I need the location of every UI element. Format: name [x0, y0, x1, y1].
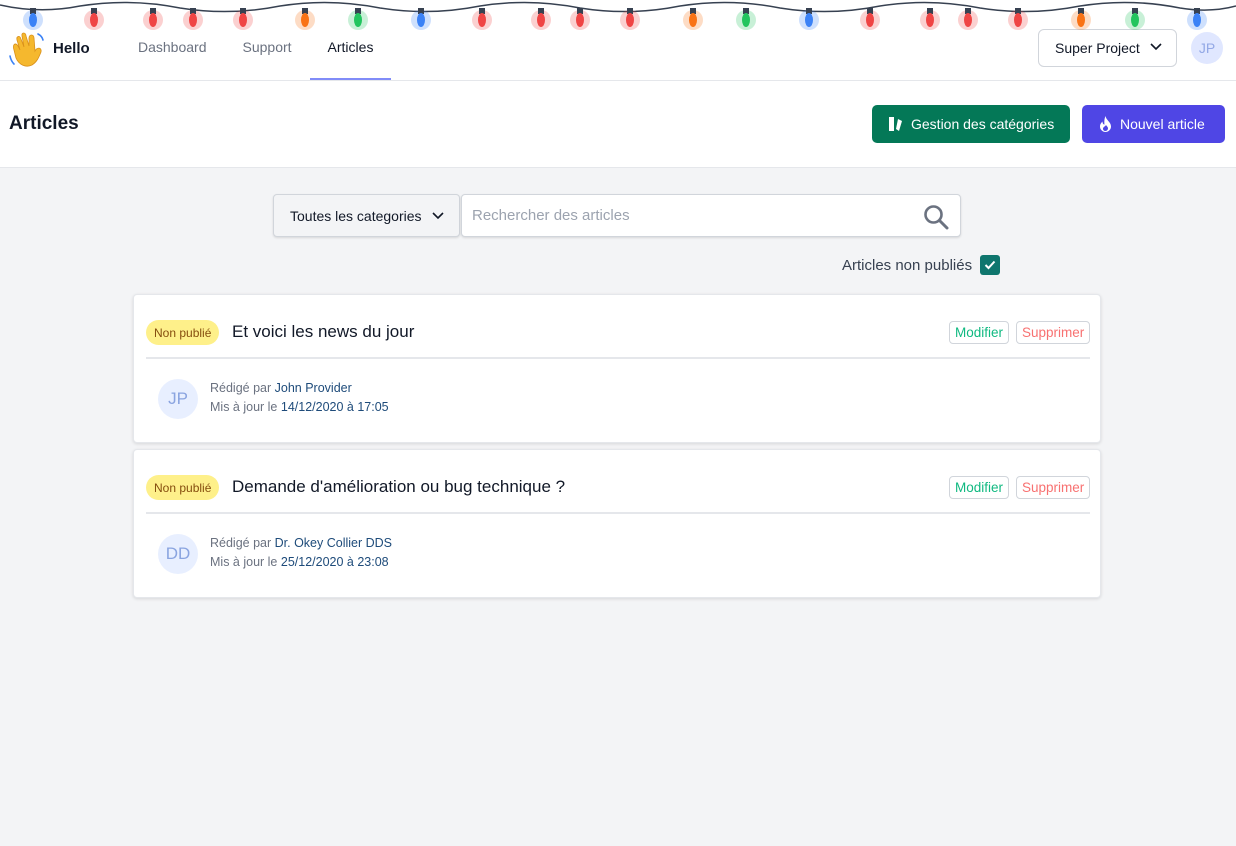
new-article-button[interactable]: Nouvel article — [1082, 105, 1225, 143]
nav-support[interactable]: Support — [225, 0, 310, 80]
search-icon[interactable] — [923, 204, 949, 230]
categories-icon — [889, 117, 902, 131]
author-name: John Provider — [274, 381, 352, 395]
updated-label: Mis à jour le — [210, 555, 278, 569]
article-card: Non publié Et voici les news du jour Mod… — [133, 294, 1101, 443]
article-card-header: Non publié Et voici les news du jour Mod… — [146, 295, 1091, 359]
nav-articles[interactable]: Articles — [309, 0, 392, 80]
category-filter-select[interactable]: Toutes les categories — [273, 194, 460, 237]
updated-at: Mis à jour le 25/12/2020 à 23:08 — [210, 555, 389, 569]
author-name: Dr. Okey Collier DDS — [274, 536, 393, 550]
unpublished-checkbox[interactable] — [980, 255, 1001, 275]
waving-hand-icon — [9, 32, 44, 67]
edit-button[interactable]: Modifier — [949, 321, 1010, 344]
unpublished-label: Articles non publiés — [842, 256, 973, 274]
brand[interactable]: Hello — [8, 28, 90, 68]
written-by-label: Rédigé par — [210, 536, 272, 550]
avatar: DD — [158, 534, 198, 574]
written-by: Rédigé par John Provider — [210, 381, 352, 395]
top-navbar: Hello Dashboard Support Articles Super P… — [0, 0, 1236, 81]
status-badge: Non publié — [146, 320, 220, 345]
search-box — [461, 194, 961, 237]
written-by-label: Rédigé par — [210, 381, 272, 395]
updated-date: 25/12/2020 à 23:08 — [280, 555, 389, 569]
chevron-down-icon — [1150, 43, 1162, 51]
unpublished-filter: Articles non publiés — [842, 255, 1001, 275]
updated-date: 14/12/2020 à 17:05 — [280, 400, 389, 414]
written-by: Rédigé par Dr. Okey Collier DDS — [210, 536, 392, 550]
search-input[interactable] — [462, 195, 917, 236]
status-badge: Non publié — [146, 475, 220, 500]
article-title[interactable]: Demande d'amélioration ou bug technique … — [232, 477, 565, 497]
edit-button[interactable]: Modifier — [949, 476, 1010, 499]
project-selector[interactable]: Super Project — [1038, 29, 1177, 67]
manage-categories-label: Gestion des catégories — [911, 116, 1055, 132]
project-name: Super Project — [1055, 40, 1140, 56]
updated-at: Mis à jour le 14/12/2020 à 17:05 — [210, 400, 389, 414]
updated-label: Mis à jour le — [210, 400, 278, 414]
user-avatar[interactable]: JP — [1191, 32, 1223, 64]
page-header: Articles Gestion des catégories Nouvel a… — [0, 81, 1236, 168]
article-title[interactable]: Et voici les news du jour — [232, 322, 414, 342]
avatar: JP — [158, 379, 198, 419]
brand-name: Hello — [53, 39, 90, 57]
nav-dashboard[interactable]: Dashboard — [120, 0, 225, 80]
article-card-header: Non publié Demande d'amélioration ou bug… — [146, 450, 1091, 514]
manage-categories-button[interactable]: Gestion des catégories — [872, 105, 1070, 143]
article-card: Non publié Demande d'amélioration ou bug… — [133, 449, 1101, 598]
delete-button[interactable]: Supprimer — [1016, 476, 1091, 499]
delete-button[interactable]: Supprimer — [1016, 321, 1091, 344]
new-article-label: Nouvel article — [1120, 116, 1205, 132]
fire-icon — [1100, 116, 1111, 132]
main-nav: Dashboard Support Articles — [120, 0, 392, 80]
chevron-down-icon — [432, 212, 444, 220]
category-filter-value: Toutes les categories — [290, 207, 422, 224]
check-icon — [984, 260, 996, 270]
page-title: Articles — [9, 113, 79, 134]
